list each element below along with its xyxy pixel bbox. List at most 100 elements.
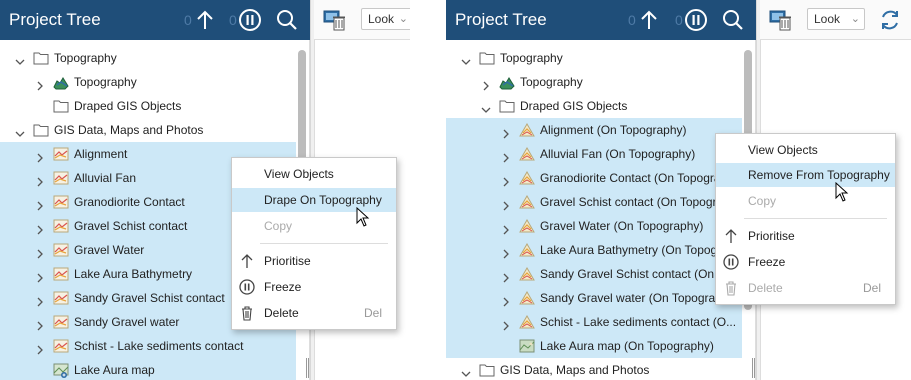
chevron-right-icon[interactable] — [500, 292, 512, 307]
folder-icon — [33, 50, 49, 66]
folder-icon — [479, 50, 495, 66]
menu-item-label: Prioritise — [748, 229, 795, 243]
chevron-right-icon[interactable] — [34, 292, 46, 307]
chevron-right-icon[interactable] — [500, 220, 512, 235]
pause-icon[interactable] — [238, 8, 262, 32]
chevron-down-icon[interactable] — [480, 100, 492, 113]
header-count: 0 — [184, 12, 192, 28]
chevron-right-icon[interactable] — [500, 268, 512, 283]
clear-scene-icon[interactable] — [769, 8, 793, 32]
resize-grip[interactable] — [752, 358, 755, 378]
tree-row[interactable]: Topography — [0, 70, 296, 94]
draped-gis-icon — [519, 314, 535, 330]
tree-row[interactable]: Topography — [0, 46, 296, 70]
project-tree-header: Project Tree 0 0 — [446, 0, 756, 40]
chevron-right-icon[interactable] — [34, 172, 46, 187]
draped-gis-icon — [519, 122, 535, 138]
search-icon[interactable] — [275, 8, 299, 32]
tree-row[interactable]: Lake Aura Bathymetry (On Topog — [446, 238, 742, 262]
tree-row[interactable]: Granodiorite Contact (On Topogra — [446, 166, 742, 190]
chevron-right-icon[interactable] — [34, 316, 46, 331]
chevron-down-icon[interactable] — [14, 52, 26, 65]
clear-scene-icon[interactable] — [323, 8, 347, 32]
tree-row[interactable]: Draped GIS Objects — [0, 94, 296, 118]
tree-row[interactable]: Schist - Lake sediments contact (O... — [446, 310, 742, 334]
menu-item-delete[interactable]: Delete Del — [716, 276, 895, 300]
pause-icon — [723, 254, 739, 270]
tree-row[interactable]: Lake Aura map (On Topography) — [446, 334, 742, 358]
chevron-down-icon[interactable] — [14, 124, 26, 137]
chevron-right-icon[interactable] — [34, 268, 46, 283]
menu-item-shortcut: Del — [862, 281, 881, 295]
project-tree-header: Project Tree 0 0 — [0, 0, 310, 40]
menu-item-copy[interactable]: Copy — [716, 189, 895, 213]
tree-row-label: Granodiorite Contact — [74, 195, 185, 209]
tree-row[interactable]: Sandy Gravel Schist contact (On T — [446, 262, 742, 286]
tree-row[interactable]: Alignment (On Topography) — [446, 118, 742, 142]
rotate-view-icon[interactable] — [878, 8, 902, 32]
tree-row-label: Topography — [54, 51, 117, 65]
scene-toolbar: Look ⌄ — [314, 0, 410, 40]
chevron-right-icon[interactable] — [500, 196, 512, 211]
menu-item-label: Remove From Topography — [748, 168, 890, 182]
right-panel: Project Tree 0 0 Topography Topography Dra… — [446, 0, 911, 380]
project-tree-title: Project Tree — [455, 10, 547, 29]
chevron-right-icon[interactable] — [500, 316, 512, 331]
folder-icon — [499, 98, 515, 114]
arrow-up-icon[interactable] — [637, 8, 661, 32]
chevron-right-icon[interactable] — [34, 220, 46, 235]
search-icon[interactable] — [721, 8, 745, 32]
folder-icon — [33, 122, 49, 138]
menu-item-prioritise[interactable]: Prioritise — [716, 224, 895, 248]
chevron-right-icon[interactable] — [34, 148, 46, 163]
look-dropdown[interactable]: Look ⌄ — [361, 8, 410, 30]
tree-row[interactable]: Alluvial Fan (On Topography) — [446, 142, 742, 166]
pause-icon[interactable] — [684, 8, 708, 32]
menu-item-remove-from-topography[interactable]: Remove From Topography — [716, 163, 895, 187]
chevron-right-icon[interactable] — [500, 148, 512, 163]
chevron-right-icon[interactable] — [480, 76, 492, 91]
tree-row[interactable]: Sandy Gravel water (On Topograp — [446, 286, 742, 310]
chevron-down-icon: ⌄ — [850, 13, 860, 25]
menu-item-copy[interactable]: Copy — [232, 214, 396, 238]
tree-row[interactable]: Draped GIS Objects — [446, 94, 742, 118]
tree-row[interactable]: Topography — [446, 70, 742, 94]
resize-grip[interactable] — [306, 358, 309, 378]
tree-row[interactable]: GIS Data, Maps and Photos — [0, 118, 296, 142]
arrow-up-icon[interactable] — [193, 8, 217, 32]
chevron-down-icon[interactable] — [460, 364, 472, 377]
left-panel: Project Tree 0 0 Topography Topography Dra… — [0, 0, 410, 380]
chevron-down-icon[interactable] — [460, 52, 472, 65]
tree-row[interactable]: Lake Aura map — [0, 358, 296, 380]
chevron-right-icon[interactable] — [500, 124, 512, 139]
tree-row[interactable]: Gravel Schist contact (On Topogr — [446, 190, 742, 214]
chevron-right-icon[interactable] — [34, 196, 46, 211]
tree-row-label: Sandy Gravel Schist contact (On T — [540, 267, 725, 281]
tree-row[interactable]: Schist - Lake sediments contact — [0, 334, 296, 358]
tree-row[interactable]: GIS Data, Maps and Photos — [446, 358, 742, 380]
header-count: 0 — [628, 12, 636, 28]
tree-row[interactable]: Topography — [446, 46, 742, 70]
menu-item-delete[interactable]: Delete Del — [232, 301, 396, 325]
draped-gis-icon — [519, 146, 535, 162]
chevron-down-icon: ⌄ — [398, 13, 408, 25]
menu-item-view-objects[interactable]: View Objects — [716, 138, 895, 162]
tree-row-label: Draped GIS Objects — [520, 99, 628, 113]
tree-row-label: Gravel Schist contact (On Topogr — [540, 195, 717, 209]
project-tree-title: Project Tree — [9, 10, 101, 29]
chevron-right-icon[interactable] — [500, 244, 512, 259]
menu-item-freeze[interactable]: Freeze — [232, 275, 396, 299]
menu-item-drape-on-topography[interactable]: Drape On Topography — [232, 188, 396, 212]
chevron-right-icon[interactable] — [34, 340, 46, 355]
chevron-right-icon[interactable] — [34, 244, 46, 259]
menu-item-freeze[interactable]: Freeze — [716, 250, 895, 274]
look-dropdown[interactable]: Look ⌄ — [807, 8, 865, 30]
tree-row-label: Draped GIS Objects — [74, 99, 182, 113]
tree-row-label: GIS Data, Maps and Photos — [54, 123, 204, 137]
menu-item-view-objects[interactable]: View Objects — [232, 162, 396, 186]
menu-item-prioritise[interactable]: Prioritise — [232, 249, 396, 273]
chevron-right-icon[interactable] — [34, 76, 46, 91]
chevron-right-icon[interactable] — [500, 172, 512, 187]
tree-row[interactable]: Gravel Water (On Topography) — [446, 214, 742, 238]
folder-icon — [53, 98, 69, 114]
